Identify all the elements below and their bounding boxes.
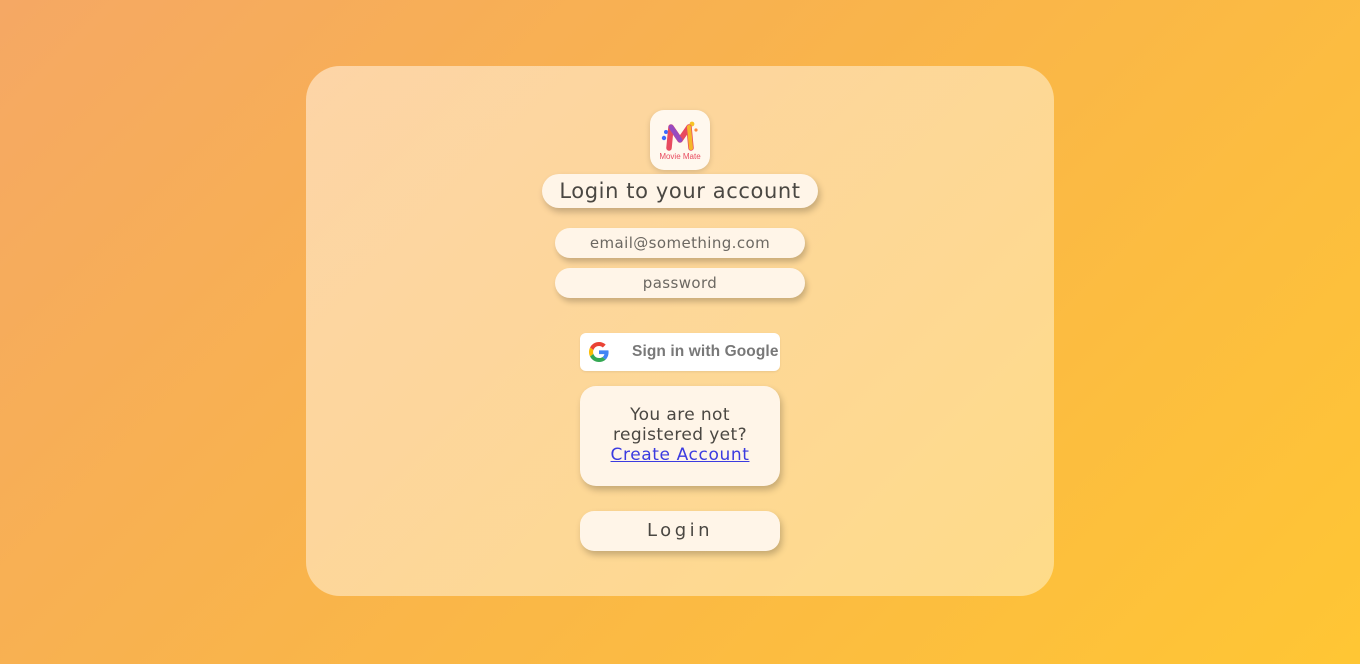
register-prompt-box: You are not registered yet? Create Accou… (580, 386, 780, 486)
google-g-icon (589, 342, 609, 362)
google-sign-in-button[interactable]: Sign in with Google (580, 333, 780, 371)
movie-mate-logo-icon: Movie Mate (650, 110, 710, 170)
register-prompt-line2: registered yet? (612, 425, 748, 445)
svg-text:Movie Mate: Movie Mate (659, 152, 701, 161)
page-title: Login to your account (542, 174, 818, 208)
register-prompt-line1: You are not (630, 405, 730, 425)
create-account-link[interactable]: Create Account (611, 445, 750, 465)
email-input[interactable] (555, 228, 805, 258)
password-input[interactable] (555, 268, 805, 298)
login-button[interactable]: Login (580, 511, 780, 551)
login-card: Movie Mate Login to your account Sign in… (306, 66, 1054, 596)
google-sign-in-label: Sign in with Google (632, 343, 779, 360)
